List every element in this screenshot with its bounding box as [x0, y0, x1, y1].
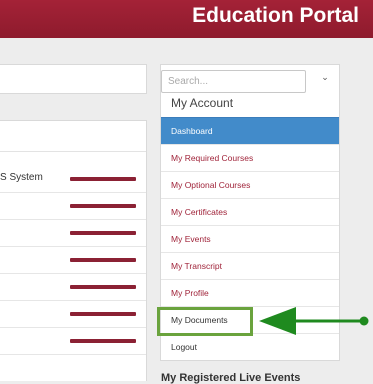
- content-card-list: S System: [0, 120, 147, 381]
- progress-bar: [70, 258, 136, 262]
- progress-bar: [70, 177, 136, 181]
- menu-item-certificates[interactable]: My Certificates: [161, 198, 339, 225]
- progress-bar: [70, 204, 136, 208]
- portal-header: Education Portal: [0, 0, 373, 38]
- menu-item-optional-courses[interactable]: My Optional Courses: [161, 171, 339, 198]
- account-title: My Account: [171, 96, 234, 110]
- table-row[interactable]: [0, 328, 146, 355]
- search-input[interactable]: [161, 70, 306, 93]
- section-heading: My Registered Live Events: [161, 372, 301, 384]
- chevron-down-icon[interactable]: ⌄: [318, 70, 332, 84]
- menu-item-dashboard[interactable]: Dashboard: [161, 117, 339, 144]
- menu-item-logout[interactable]: Logout: [161, 333, 339, 360]
- progress-bar: [70, 339, 136, 343]
- progress-bar: [70, 231, 136, 235]
- table-row[interactable]: S System: [0, 166, 146, 193]
- table-row[interactable]: [0, 193, 146, 220]
- row-label: S System: [0, 172, 43, 183]
- menu-item-events[interactable]: My Events: [161, 225, 339, 252]
- table-row[interactable]: [0, 220, 146, 247]
- arrow-tail-dot: [359, 316, 369, 326]
- content-card-list-header: [0, 121, 146, 152]
- progress-bar: [70, 285, 136, 289]
- progress-bar: [70, 312, 136, 316]
- menu-item-profile[interactable]: My Profile: [161, 279, 339, 306]
- content-card-top: [0, 64, 147, 94]
- table-row[interactable]: [0, 301, 146, 328]
- menu-item-transcript[interactable]: My Transcript: [161, 252, 339, 279]
- table-row[interactable]: [0, 247, 146, 274]
- portal-title: Education Portal: [192, 4, 359, 27]
- table-row[interactable]: [0, 274, 146, 301]
- menu-item-required-courses[interactable]: My Required Courses: [161, 144, 339, 171]
- menu-item-documents[interactable]: My Documents: [161, 306, 339, 333]
